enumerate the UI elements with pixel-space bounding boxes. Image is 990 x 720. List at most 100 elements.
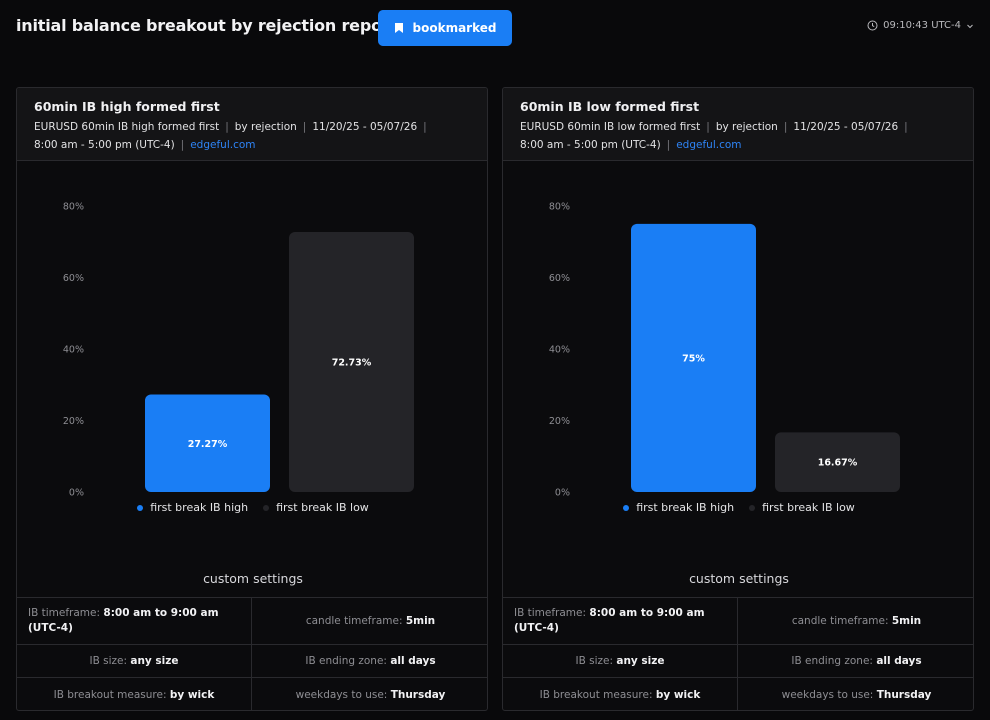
y-tick-label: 40% <box>63 345 84 356</box>
chart-svg: 0% 20% 40% 60% 80% 75% 16.67% <box>549 202 900 497</box>
bar-value-label: 27.27% <box>188 439 228 450</box>
setting-label: candle timeframe: <box>791 615 889 627</box>
setting-label: IB ending zone: <box>305 655 387 667</box>
setting-value: any size <box>130 655 179 667</box>
bookmark-button[interactable]: bookmarked <box>378 10 512 46</box>
bar-value-label: 16.67% <box>818 458 858 469</box>
y-tick-label: 20% <box>549 416 570 427</box>
bar-value-label: 75% <box>682 353 705 364</box>
report-card-ib-low: 60min IB low formed first EURUSD 60min I… <box>502 87 974 711</box>
y-tick-label: 0% <box>69 488 84 497</box>
y-tick-label: 80% <box>63 202 84 213</box>
card-title: 60min IB high formed first <box>34 99 220 114</box>
meta-dates: 11/20/25 - 05/07/26 <box>793 121 899 133</box>
setting-ib-ending-zone: IB ending zone: all days <box>252 644 487 677</box>
legend-dot <box>263 504 270 511</box>
separator: | <box>783 121 788 133</box>
setting-ib-size: IB size: any size <box>17 644 252 677</box>
setting-label: IB breakout measure: <box>539 688 653 701</box>
setting-label: IB timeframe: <box>28 607 101 619</box>
chevron-down-icon <box>966 22 974 30</box>
bar-chart: 0% 20% 40% 60% 80% 75% 16.67% first break IB h… <box>503 161 973 541</box>
setting-candle-timeframe: candle timeframe: 5min <box>738 597 973 644</box>
meta-subtitle: EURUSD 60min IB low formed first <box>520 121 701 133</box>
bar-chart: 0% 20% 40% 60% 80% 27.27% 72.73% first break I… <box>17 161 487 541</box>
meta-by: by rejection <box>715 121 778 133</box>
legend-dot <box>137 504 144 511</box>
legend-label: first break IB high <box>150 501 249 514</box>
setting-ib-ending-zone: IB ending zone: all days <box>738 644 973 677</box>
settings-title: custom settings <box>689 571 789 586</box>
card-header: 60min IB high formed first EURUSD 60min … <box>17 88 487 161</box>
page-title: initial balance breakout by rejection re… <box>16 16 398 35</box>
setting-candle-timeframe: candle timeframe: 5min <box>252 597 487 644</box>
setting-value: Thursday <box>390 688 446 701</box>
setting-value: by wick <box>169 688 215 701</box>
setting-value: all days <box>876 655 922 667</box>
chart-legend: first break IB high first break IB low <box>503 501 973 514</box>
y-tick-label: 20% <box>63 416 84 427</box>
time-text: 09:10:43 UTC-4 <box>883 20 961 31</box>
separator: | <box>666 139 671 151</box>
meta-subtitle: EURUSD 60min IB high formed first <box>34 121 220 133</box>
legend-item-ib-low[interactable]: first break IB low <box>263 501 369 514</box>
bookmark-icon <box>394 22 404 34</box>
chart-legend: first break IB high first break IB low <box>17 501 487 514</box>
setting-ib-timeframe: IB timeframe: 8:00 am to 9:00 am (UTC-4) <box>503 597 738 644</box>
meta-hours: 8:00 am - 5:00 pm (UTC-4) <box>520 139 661 151</box>
bookmark-label: bookmarked <box>412 21 497 35</box>
legend-item-ib-high[interactable]: first break IB high <box>137 501 248 514</box>
legend-label: first break IB low <box>276 501 369 514</box>
setting-value: 5min <box>891 615 922 627</box>
separator: | <box>302 121 307 133</box>
separator: | <box>423 121 427 133</box>
setting-ib-breakout-measure: IB breakout measure: by wick <box>503 677 738 710</box>
clock-icon <box>867 20 878 31</box>
top-bar: initial balance breakout by rejection re… <box>0 0 990 56</box>
setting-weekdays: weekdays to use: Thursday <box>252 677 487 710</box>
legend-item-ib-low[interactable]: first break IB low <box>749 501 855 514</box>
edgeful-link[interactable]: edgeful.com <box>676 139 741 151</box>
separator: | <box>180 139 185 151</box>
legend-dot <box>749 504 756 511</box>
y-tick-label: 80% <box>549 202 570 213</box>
settings-title: custom settings <box>203 571 303 586</box>
bar-value-label: 72.73% <box>332 357 372 368</box>
report-card-ib-high: 60min IB high formed first EURUSD 60min … <box>16 87 488 711</box>
meta-hours: 8:00 am - 5:00 pm (UTC-4) <box>34 139 175 151</box>
setting-value: any size <box>616 655 665 667</box>
edgeful-link[interactable]: edgeful.com <box>190 139 255 151</box>
legend-label: first break IB low <box>762 501 855 514</box>
setting-label: weekdays to use: <box>781 688 874 701</box>
separator: | <box>904 121 908 133</box>
legend-label: first break IB high <box>636 501 735 514</box>
setting-label: candle timeframe: <box>305 615 403 627</box>
setting-value: by wick <box>655 688 701 701</box>
legend-item-ib-high[interactable]: first break IB high <box>623 501 734 514</box>
time-display[interactable]: 09:10:43 UTC-4 <box>867 20 974 31</box>
setting-ib-timeframe: IB timeframe: 8:00 am to 9:00 am (UTC-4) <box>17 597 252 644</box>
card-title: 60min IB low formed first <box>520 99 700 114</box>
setting-label: weekdays to use: <box>295 688 388 701</box>
setting-label: IB size: <box>89 655 128 667</box>
setting-weekdays: weekdays to use: Thursday <box>738 677 973 710</box>
setting-value: 5min <box>405 615 436 627</box>
y-tick-label: 0% <box>555 488 570 497</box>
separator: | <box>225 121 229 133</box>
setting-label: IB breakout measure: <box>53 688 167 701</box>
y-tick-label: 40% <box>549 345 570 356</box>
settings-grid: IB timeframe: 8:00 am to 9:00 am (UTC-4)… <box>17 597 487 710</box>
legend-dot <box>623 504 630 511</box>
setting-label: IB timeframe: <box>514 607 587 619</box>
card-meta: EURUSD 60min IB low formed first | by reje… <box>520 118 956 154</box>
settings-grid: IB timeframe: 8:00 am to 9:00 am (UTC-4)… <box>503 597 973 710</box>
setting-ib-breakout-measure: IB breakout measure: by wick <box>17 677 252 710</box>
card-meta: EURUSD 60min IB high formed first | by rej… <box>34 118 470 154</box>
setting-label: IB size: <box>575 655 614 667</box>
setting-ib-size: IB size: any size <box>503 644 738 677</box>
meta-by: by rejection <box>234 121 297 133</box>
setting-label: IB ending zone: <box>791 655 873 667</box>
y-tick-label: 60% <box>63 273 84 284</box>
chart-svg: 0% 20% 40% 60% 80% 27.27% 72.73% <box>63 202 414 497</box>
card-header: 60min IB low formed first EURUSD 60min I… <box>503 88 973 161</box>
